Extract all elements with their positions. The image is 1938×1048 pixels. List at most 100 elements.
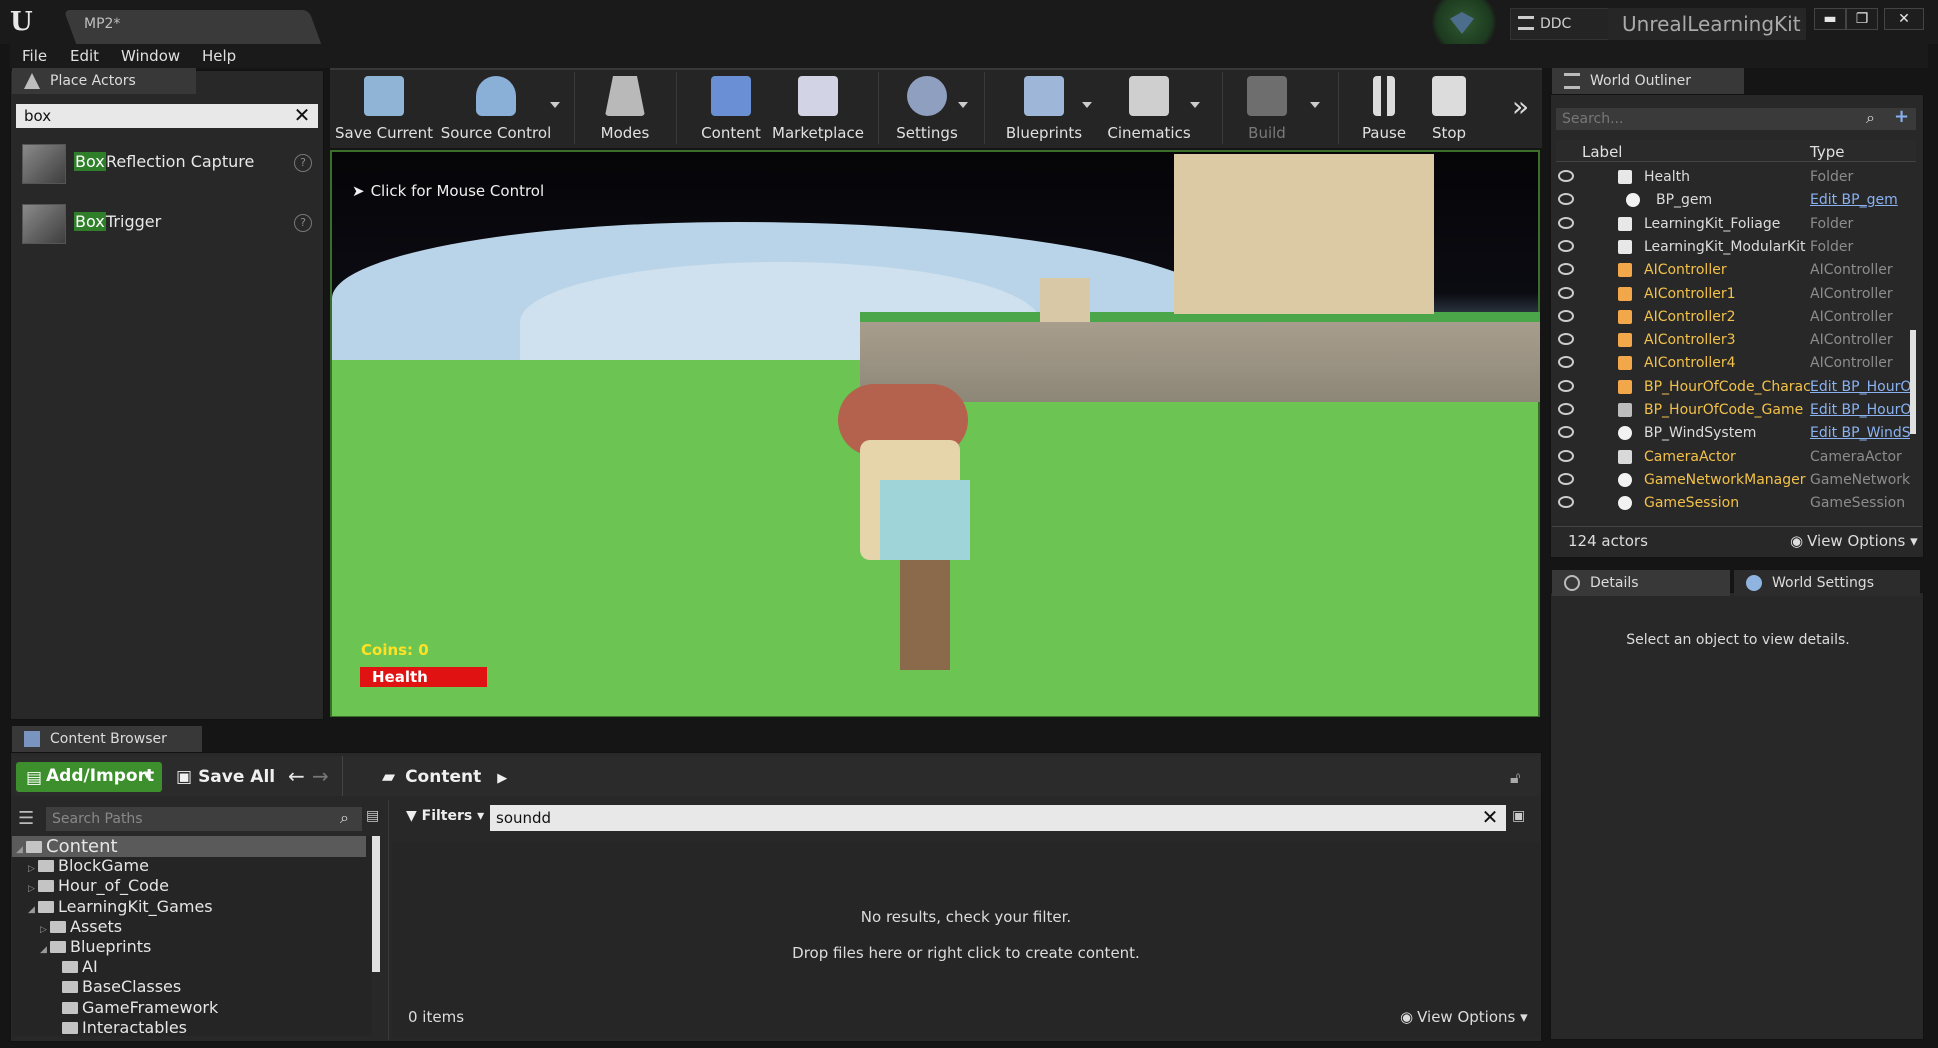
column-label[interactable]: Label: [1582, 143, 1622, 161]
column-type[interactable]: Type: [1810, 143, 1844, 161]
tab-world-outliner[interactable]: World Outliner: [1552, 68, 1744, 94]
outliner-row[interactable]: LearningKit_Foliage Folder: [1556, 213, 1910, 236]
clear-search-icon[interactable]: ✕: [1478, 805, 1502, 831]
restore-button[interactable]: ❐: [1846, 8, 1878, 30]
expand-toggle-icon[interactable]: ▷: [40, 925, 50, 935]
outliner-row[interactable]: LearningKit_ModularKit Folder: [1556, 236, 1910, 259]
visibility-eye-icon[interactable]: [1558, 170, 1574, 182]
outliner-row[interactable]: BP_HourOfCode_CharacterEdit BP_HourOfCod…: [1556, 376, 1910, 399]
folder-tree-item[interactable]: GameFramework: [52, 998, 218, 1017]
folder-tree-item[interactable]: ◢ Content: [12, 836, 366, 857]
place-actors-search-input[interactable]: box: [16, 104, 318, 128]
source-control-dropdown-icon[interactable]: [550, 102, 560, 108]
asset-view-options[interactable]: ◉ View Options ▾: [1400, 1008, 1528, 1026]
visibility-eye-icon[interactable]: [1558, 193, 1574, 206]
visibility-eye-icon[interactable]: [1558, 239, 1574, 252]
marketplace-button[interactable]: Marketplace: [770, 72, 866, 144]
clear-search-icon[interactable]: ✕: [290, 104, 314, 128]
outliner-row[interactable]: BP_gem Edit BP_gem: [1556, 189, 1910, 212]
save-all-button[interactable]: ▣ Save All: [176, 767, 275, 787]
tab-details[interactable]: Details: [1552, 570, 1730, 596]
blueprints-button[interactable]: Blueprints: [998, 72, 1090, 144]
settings-dropdown-icon[interactable]: [958, 102, 968, 108]
outliner-row[interactable]: AIController1 AIController: [1556, 283, 1910, 306]
folder-tree-item[interactable]: ◢ LearningKit_Games: [28, 897, 213, 916]
lock-icon[interactable]: 🔓︎: [1510, 768, 1520, 788]
visibility-eye-icon[interactable]: [1558, 426, 1574, 439]
visibility-eye-icon[interactable]: [1558, 379, 1574, 392]
expand-toggle-icon[interactable]: ▷: [28, 884, 38, 894]
outliner-row[interactable]: BP_WindSystem Edit BP_WindSystem: [1556, 422, 1910, 445]
folder-tree-item[interactable]: AI: [52, 957, 98, 976]
outliner-view-options[interactable]: ◉ View Options ▾: [1790, 532, 1918, 550]
tab-content-browser[interactable]: Content Browser: [12, 726, 202, 752]
expand-toggle-icon[interactable]: ◢: [40, 945, 50, 955]
folder-tree-item[interactable]: ▷ Hour_of_Code: [28, 876, 169, 895]
expand-toggle-icon[interactable]: ◢: [16, 845, 26, 855]
pause-button[interactable]: Pause: [1346, 72, 1422, 144]
actor-item-box-reflection-capture[interactable]: Box Reflection Capture ?: [20, 140, 320, 188]
visibility-eye-icon[interactable]: [1558, 263, 1574, 276]
save-search-icon[interactable]: ▣: [1512, 808, 1525, 824]
actor-item-box-trigger[interactable]: Box Trigger ?: [20, 200, 320, 248]
path-breadcrumb[interactable]: ▰ Content ▶: [382, 767, 507, 787]
edit-blueprint-link[interactable]: Edit BP_HourOfCode: [1810, 402, 1910, 418]
expand-toggle-icon[interactable]: ◢: [28, 905, 38, 915]
folder-tree-item[interactable]: Interactables: [52, 1018, 187, 1036]
visibility-eye-icon[interactable]: [1558, 333, 1574, 346]
help-icon[interactable]: ?: [294, 214, 312, 232]
sources-toggle-icon[interactable]: ☰: [18, 808, 34, 829]
help-icon[interactable]: ?: [294, 154, 312, 172]
build-dropdown-icon[interactable]: [1310, 102, 1320, 108]
menu-window[interactable]: Window: [121, 47, 180, 65]
add-filter-icon[interactable]: +: [1894, 106, 1909, 127]
outliner-row[interactable]: AIController AIController: [1556, 259, 1910, 282]
expand-toggle-icon[interactable]: ▷: [28, 864, 38, 874]
outliner-row[interactable]: Health Folder: [1556, 166, 1910, 189]
filters-button[interactable]: ▼ Filters ▾: [406, 808, 484, 824]
visibility-eye-icon[interactable]: [1558, 496, 1574, 509]
folder-tree-scrollbar[interactable]: [372, 836, 380, 972]
folder-tree-item[interactable]: ▷ Assets: [40, 917, 122, 936]
modes-button[interactable]: Modes: [580, 72, 670, 144]
settings-button[interactable]: Settings: [882, 72, 972, 144]
visibility-eye-icon[interactable]: [1558, 449, 1574, 462]
outliner-scrollbar[interactable]: [1910, 330, 1916, 434]
folder-tree-item[interactable]: BaseClasses: [52, 977, 181, 996]
list-view-icon[interactable]: ▤: [366, 808, 379, 824]
outliner-search-input[interactable]: Search...: [1556, 108, 1916, 130]
folder-tree-item[interactable]: ▷ BlockGame: [28, 856, 149, 875]
outliner-row[interactable]: CameraActor CameraActor: [1556, 446, 1910, 469]
asset-search-input[interactable]: soundd: [490, 805, 1506, 831]
close-button[interactable]: ✕: [1884, 8, 1924, 30]
visibility-eye-icon[interactable]: [1558, 286, 1574, 299]
outliner-row[interactable]: BP_HourOfCode_Game Edit BP_HourOfCode: [1556, 399, 1910, 422]
visibility-eye-icon[interactable]: [1558, 356, 1574, 369]
edit-blueprint-link[interactable]: Edit BP_gem: [1810, 192, 1910, 208]
save-current-button[interactable]: Save Current: [334, 72, 434, 144]
cinematics-dropdown-icon[interactable]: [1190, 102, 1200, 108]
menu-file[interactable]: File: [22, 47, 47, 65]
asset-view[interactable]: [392, 842, 1540, 1038]
menu-help[interactable]: Help: [202, 47, 236, 65]
visibility-eye-icon[interactable]: [1558, 472, 1574, 485]
content-button[interactable]: Content: [686, 72, 776, 144]
search-paths-input[interactable]: Search Paths: [46, 807, 362, 831]
visibility-eye-icon[interactable]: [1558, 403, 1574, 415]
toolbar-overflow-icon[interactable]: »: [1512, 90, 1529, 123]
folder-tree-item[interactable]: ◢ Blueprints: [40, 937, 151, 956]
source-control-button[interactable]: Source Control: [440, 72, 552, 144]
outliner-row[interactable]: AIController3 AIController: [1556, 329, 1910, 352]
outliner-row[interactable]: AIController4 AIController: [1556, 352, 1910, 375]
outliner-row[interactable]: GameSession GameSession: [1556, 492, 1910, 515]
back-arrow-icon[interactable]: ←: [288, 764, 305, 788]
edit-blueprint-link[interactable]: Edit BP_HourOfCode: [1810, 379, 1910, 395]
build-button[interactable]: Build: [1226, 72, 1308, 144]
menu-edit[interactable]: Edit: [70, 47, 99, 65]
visibility-eye-icon[interactable]: [1558, 216, 1574, 229]
tab-world-settings[interactable]: World Settings: [1734, 570, 1920, 596]
minimize-button[interactable]: ▬: [1814, 8, 1846, 30]
outliner-row[interactable]: AIController2 AIController: [1556, 306, 1910, 329]
add-import-button[interactable]: ▤ Add/Import ▾: [16, 762, 162, 792]
edit-blueprint-link[interactable]: Edit BP_WindSystem: [1810, 425, 1910, 441]
